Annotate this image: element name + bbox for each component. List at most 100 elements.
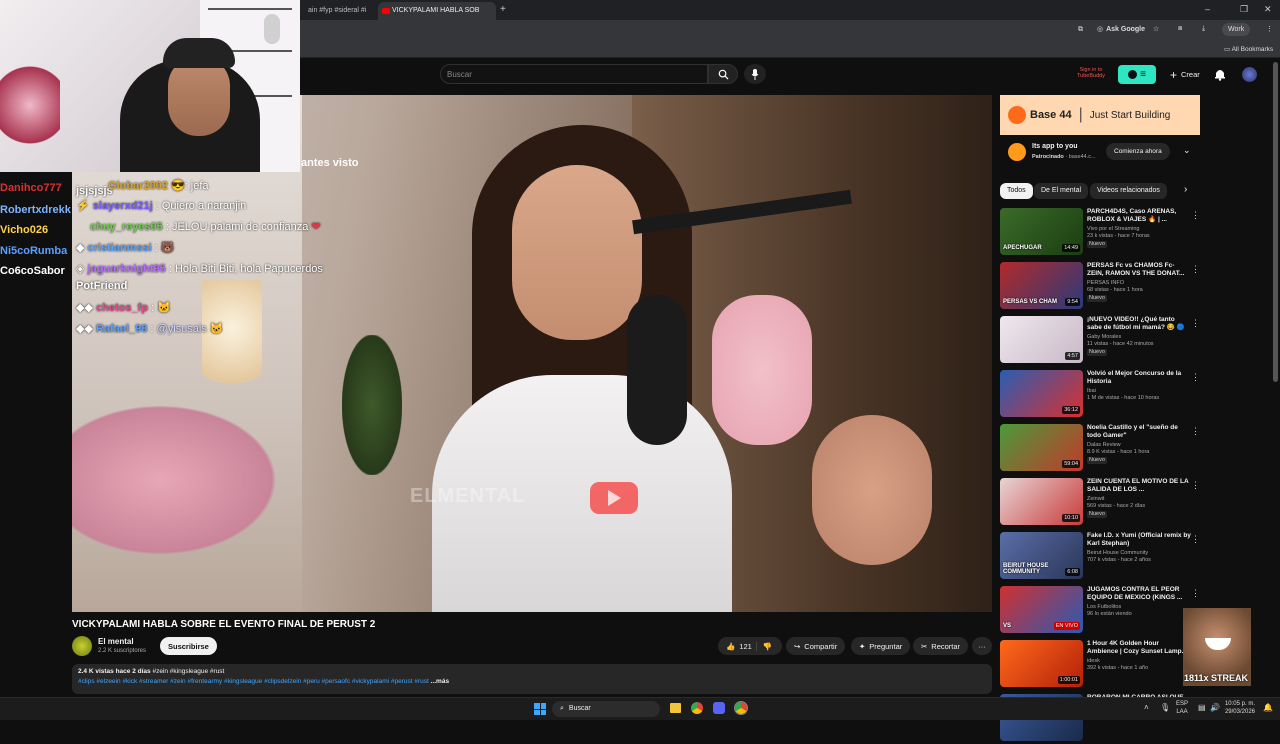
browser-tab-active[interactable]: VICKYPALAMI HABLA SOB: [378, 2, 496, 20]
recommendation-title[interactable]: 1 Hour 4K Golden Hour Ambience | Cozy Su…: [1087, 640, 1191, 656]
show-more-link[interactable]: ...más: [431, 678, 449, 685]
recommendation-title[interactable]: Volvió el Mejor Concurso de la Historia: [1087, 370, 1191, 386]
like-button[interactable]: 👍 121: [718, 642, 752, 651]
recommendation-channel[interactable]: Gaby Morales: [1087, 334, 1191, 341]
recommendation-item[interactable]: APECHUGAR 14:49 PARCH4D4S, Caso ARENAS, …: [1000, 208, 1200, 258]
close-window-icon[interactable]: ✕: [1264, 4, 1272, 15]
video-thumbnail[interactable]: 1:00:01: [1000, 640, 1083, 687]
clip-button[interactable]: ✂ Recortar: [913, 637, 969, 655]
ask-google-button[interactable]: ◎ Ask Google: [1097, 25, 1145, 34]
chip-todos[interactable]: Todos: [1000, 183, 1033, 199]
video-thumbnail[interactable]: PERSAS VS CHAM 9:54: [1000, 262, 1083, 309]
recommendation-item[interactable]: 59:04 Noelia Castillo y el "sueño de tod…: [1000, 424, 1200, 474]
chevron-right-icon[interactable]: ›: [1184, 184, 1187, 195]
ad-banner[interactable]: Base 44 | Just Start Building: [1000, 95, 1200, 135]
recommendation-item[interactable]: BEIRUT HOUSE COMMUNITY 6:08 Fake I.D. x …: [1000, 532, 1200, 582]
language-indicator[interactable]: ESP LAA: [1176, 700, 1188, 716]
notifications-bell-icon[interactable]: [1214, 68, 1226, 81]
chrome-profile-icon[interactable]: [734, 701, 748, 715]
discord-icon[interactable]: [713, 702, 725, 714]
recommendation-item[interactable]: 36:12 Volvió el Mejor Concurso de la His…: [1000, 370, 1200, 420]
recommendation-channel[interactable]: Zeinwit: [1087, 496, 1191, 503]
recommendation-title[interactable]: ZEIN CUENTA EL MOTIVO DE LA SALIDA DE LO…: [1087, 478, 1191, 494]
hashtags[interactable]: #clips #elzeein #kick #streamer #zein #f…: [78, 678, 429, 685]
all-bookmarks-link[interactable]: ▭ All Bookmarks: [1224, 45, 1273, 53]
page-scrollbar[interactable]: [1273, 62, 1278, 382]
new-tab-plus-icon[interactable]: +: [500, 4, 506, 15]
menu-dots-icon[interactable]: ⋮: [1266, 25, 1273, 33]
clock[interactable]: 10:05 p. m. 29/03/2026: [1223, 700, 1255, 716]
recommendation-item[interactable]: PERSAS VS CHAM 9:54 PERSAS Fc vs CHAMOS …: [1000, 262, 1200, 312]
channel-name[interactable]: El mental: [98, 637, 134, 646]
video-thumbnail[interactable]: 4:57: [1000, 316, 1083, 363]
video-thumbnail[interactable]: BEIRUT HOUSE COMMUNITY 6:08: [1000, 532, 1083, 579]
ad-cta-button[interactable]: Comienza ahora: [1106, 143, 1170, 160]
tubebuddy-button[interactable]: ≡: [1118, 65, 1156, 84]
recommendation-title[interactable]: JUGAMOS CONTRA EL PEOR EQUIPO DE MEXICO …: [1087, 586, 1191, 602]
recommendation-title[interactable]: Fake I.D. x Yumi (Official remix by Karl…: [1087, 532, 1191, 548]
recommendation-channel[interactable]: Beirut House Community: [1087, 550, 1191, 557]
recommendation-title[interactable]: PARCH4D4S, Caso ARENAS, ROBLOX & VIAJES …: [1087, 208, 1191, 224]
more-vert-icon[interactable]: ⋮: [1191, 588, 1200, 599]
chip-channel[interactable]: De El mental: [1034, 183, 1089, 199]
more-vert-icon[interactable]: ⋮: [1191, 534, 1200, 545]
dislike-button[interactable]: 👎: [755, 641, 772, 651]
recommendation-item[interactable]: VS EN VIVO JUGAMOS CONTRA EL PEOR EQUIPO…: [1000, 586, 1200, 636]
extensions-icon[interactable]: ⧈: [1178, 25, 1182, 33]
create-button[interactable]: + Crear: [1162, 65, 1208, 84]
tray-chevron-icon[interactable]: ˄: [1144, 703, 1149, 712]
recommendation-channel[interactable]: Dalas Review: [1087, 442, 1191, 449]
more-vert-icon[interactable]: ⋮: [1191, 264, 1200, 275]
recommendation-channel[interactable]: Ibai: [1087, 388, 1191, 395]
recommendation-item[interactable]: 10:10 ZEIN CUENTA EL MOTIVO DE LA SALIDA…: [1000, 478, 1200, 528]
recommendation-item[interactable]: 1:00:01 1 Hour 4K Golden Hour Ambience |…: [1000, 640, 1200, 690]
user-avatar[interactable]: [1242, 67, 1257, 82]
video-thumbnail[interactable]: 36:12: [1000, 370, 1083, 417]
more-vert-icon[interactable]: ⋮: [1191, 480, 1200, 491]
video-description[interactable]: 2.4 K vistas hace 2 días #zein #kingslea…: [72, 664, 992, 694]
recommendation-title[interactable]: ¡NUEVO VIDEO!! ¿Qué tanto sabe de fútbol…: [1087, 316, 1191, 332]
bookmark-star-icon[interactable]: ☆: [1153, 25, 1159, 33]
video-thumbnail[interactable]: 10:10: [1000, 478, 1083, 525]
ask-button[interactable]: ✦ Preguntar: [851, 637, 911, 655]
subscribe-button[interactable]: Suscribirse: [160, 637, 217, 655]
minimize-icon[interactable]: ‒: [1205, 4, 1210, 14]
notification-center-icon[interactable]: 🔔: [1263, 703, 1273, 712]
recommendation-channel[interactable]: idesk: [1087, 658, 1191, 665]
download-icon[interactable]: ⤓: [1202, 25, 1205, 33]
file-explorer-icon[interactable]: [670, 703, 681, 713]
taskbar-search[interactable]: ⌕ Buscar: [552, 701, 660, 717]
voice-search-button[interactable]: [744, 64, 766, 84]
profile-chip[interactable]: Work: [1222, 23, 1251, 36]
recommendation-channel[interactable]: Los Futbolitos: [1087, 604, 1191, 611]
recommendation-channel[interactable]: Vivo por el Streaming: [1087, 226, 1191, 233]
video-thumbnail[interactable]: 59:04: [1000, 424, 1083, 471]
recommendation-title[interactable]: PERSAS Fc vs CHAMOS Fc- ZEIN, RAMON VS T…: [1087, 262, 1191, 278]
search-input[interactable]: Buscar: [440, 64, 708, 84]
volume-icon[interactable]: 🔊: [1210, 703, 1220, 712]
network-icon[interactable]: ▤: [1198, 703, 1206, 712]
chip-related[interactable]: Videos relacionados: [1090, 183, 1167, 199]
windows-start-icon[interactable]: [534, 703, 546, 715]
more-vert-icon[interactable]: ⋮: [1191, 426, 1200, 437]
mic-tray-icon[interactable]: 🎙: [1160, 703, 1170, 712]
recommendation-item[interactable]: 4:57 ¡NUEVO VIDEO!! ¿Qué tanto sabe de f…: [1000, 316, 1200, 366]
more-vert-icon[interactable]: ⋮: [1191, 318, 1200, 329]
share-button[interactable]: ↪ Compartir: [786, 637, 846, 655]
video-player[interactable]: ELMENTAL jsjsjsjs Globar2002 😎: jefa ⚡ s…: [72, 95, 992, 612]
search-button[interactable]: [708, 64, 738, 84]
video-thumbnail[interactable]: APECHUGAR 14:49: [1000, 208, 1083, 255]
channel-avatar[interactable]: [72, 636, 92, 656]
browser-tab[interactable]: ain #fyp #sideral #i: [300, 2, 372, 20]
more-vert-icon[interactable]: ⋮: [1191, 372, 1200, 383]
chrome-icon[interactable]: [691, 702, 703, 714]
tubebuddy-signin-link[interactable]: Sign in to TubeBuddy: [1070, 67, 1112, 79]
more-vert-icon[interactable]: ⋮: [1191, 210, 1200, 221]
install-icon[interactable]: ⧉: [1078, 26, 1083, 34]
maximize-icon[interactable]: ❐: [1240, 4, 1248, 15]
chevron-down-icon[interactable]: ⌄: [1183, 145, 1191, 156]
recommendation-channel[interactable]: PERSAS INFO: [1087, 280, 1191, 287]
recommendation-title[interactable]: Noelia Castillo y el "sueño de todo Game…: [1087, 424, 1191, 440]
more-actions-button[interactable]: ···: [972, 637, 992, 655]
video-thumbnail[interactable]: VS EN VIVO: [1000, 586, 1083, 633]
